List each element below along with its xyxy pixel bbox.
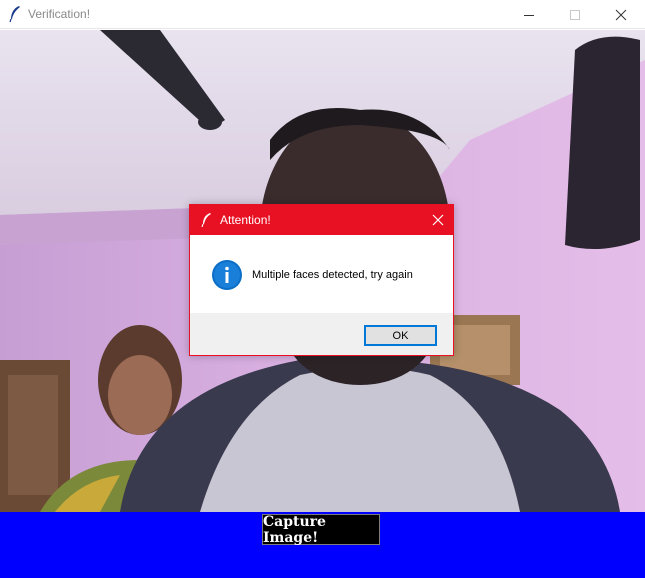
close-window-button[interactable] xyxy=(598,0,644,29)
minimize-button[interactable] xyxy=(506,0,552,29)
dialog-title: Attention! xyxy=(220,213,271,227)
dialog-titlebar: Attention! xyxy=(190,205,453,235)
feather-icon xyxy=(8,5,22,23)
window-titlebar: Verification! xyxy=(0,0,645,29)
close-icon xyxy=(432,214,444,226)
close-icon xyxy=(615,9,627,20)
capture-image-button[interactable]: Capture Image! xyxy=(262,514,380,546)
ok-button[interactable]: OK xyxy=(364,325,437,346)
info-icon xyxy=(211,259,243,291)
dialog-footer: OK xyxy=(190,313,453,355)
window-title: Verification! xyxy=(28,7,91,21)
dialog-close-button[interactable] xyxy=(423,205,453,235)
dialog-body: Multiple faces detected, try again xyxy=(190,235,453,313)
maximize-icon xyxy=(570,9,580,20)
feather-icon xyxy=(200,212,212,228)
attention-dialog: Attention! Multiple faces detected, try … xyxy=(189,204,454,356)
dialog-message: Multiple faces detected, try again xyxy=(252,269,413,281)
minimize-icon xyxy=(524,14,534,16)
maximize-button[interactable] xyxy=(552,0,598,29)
